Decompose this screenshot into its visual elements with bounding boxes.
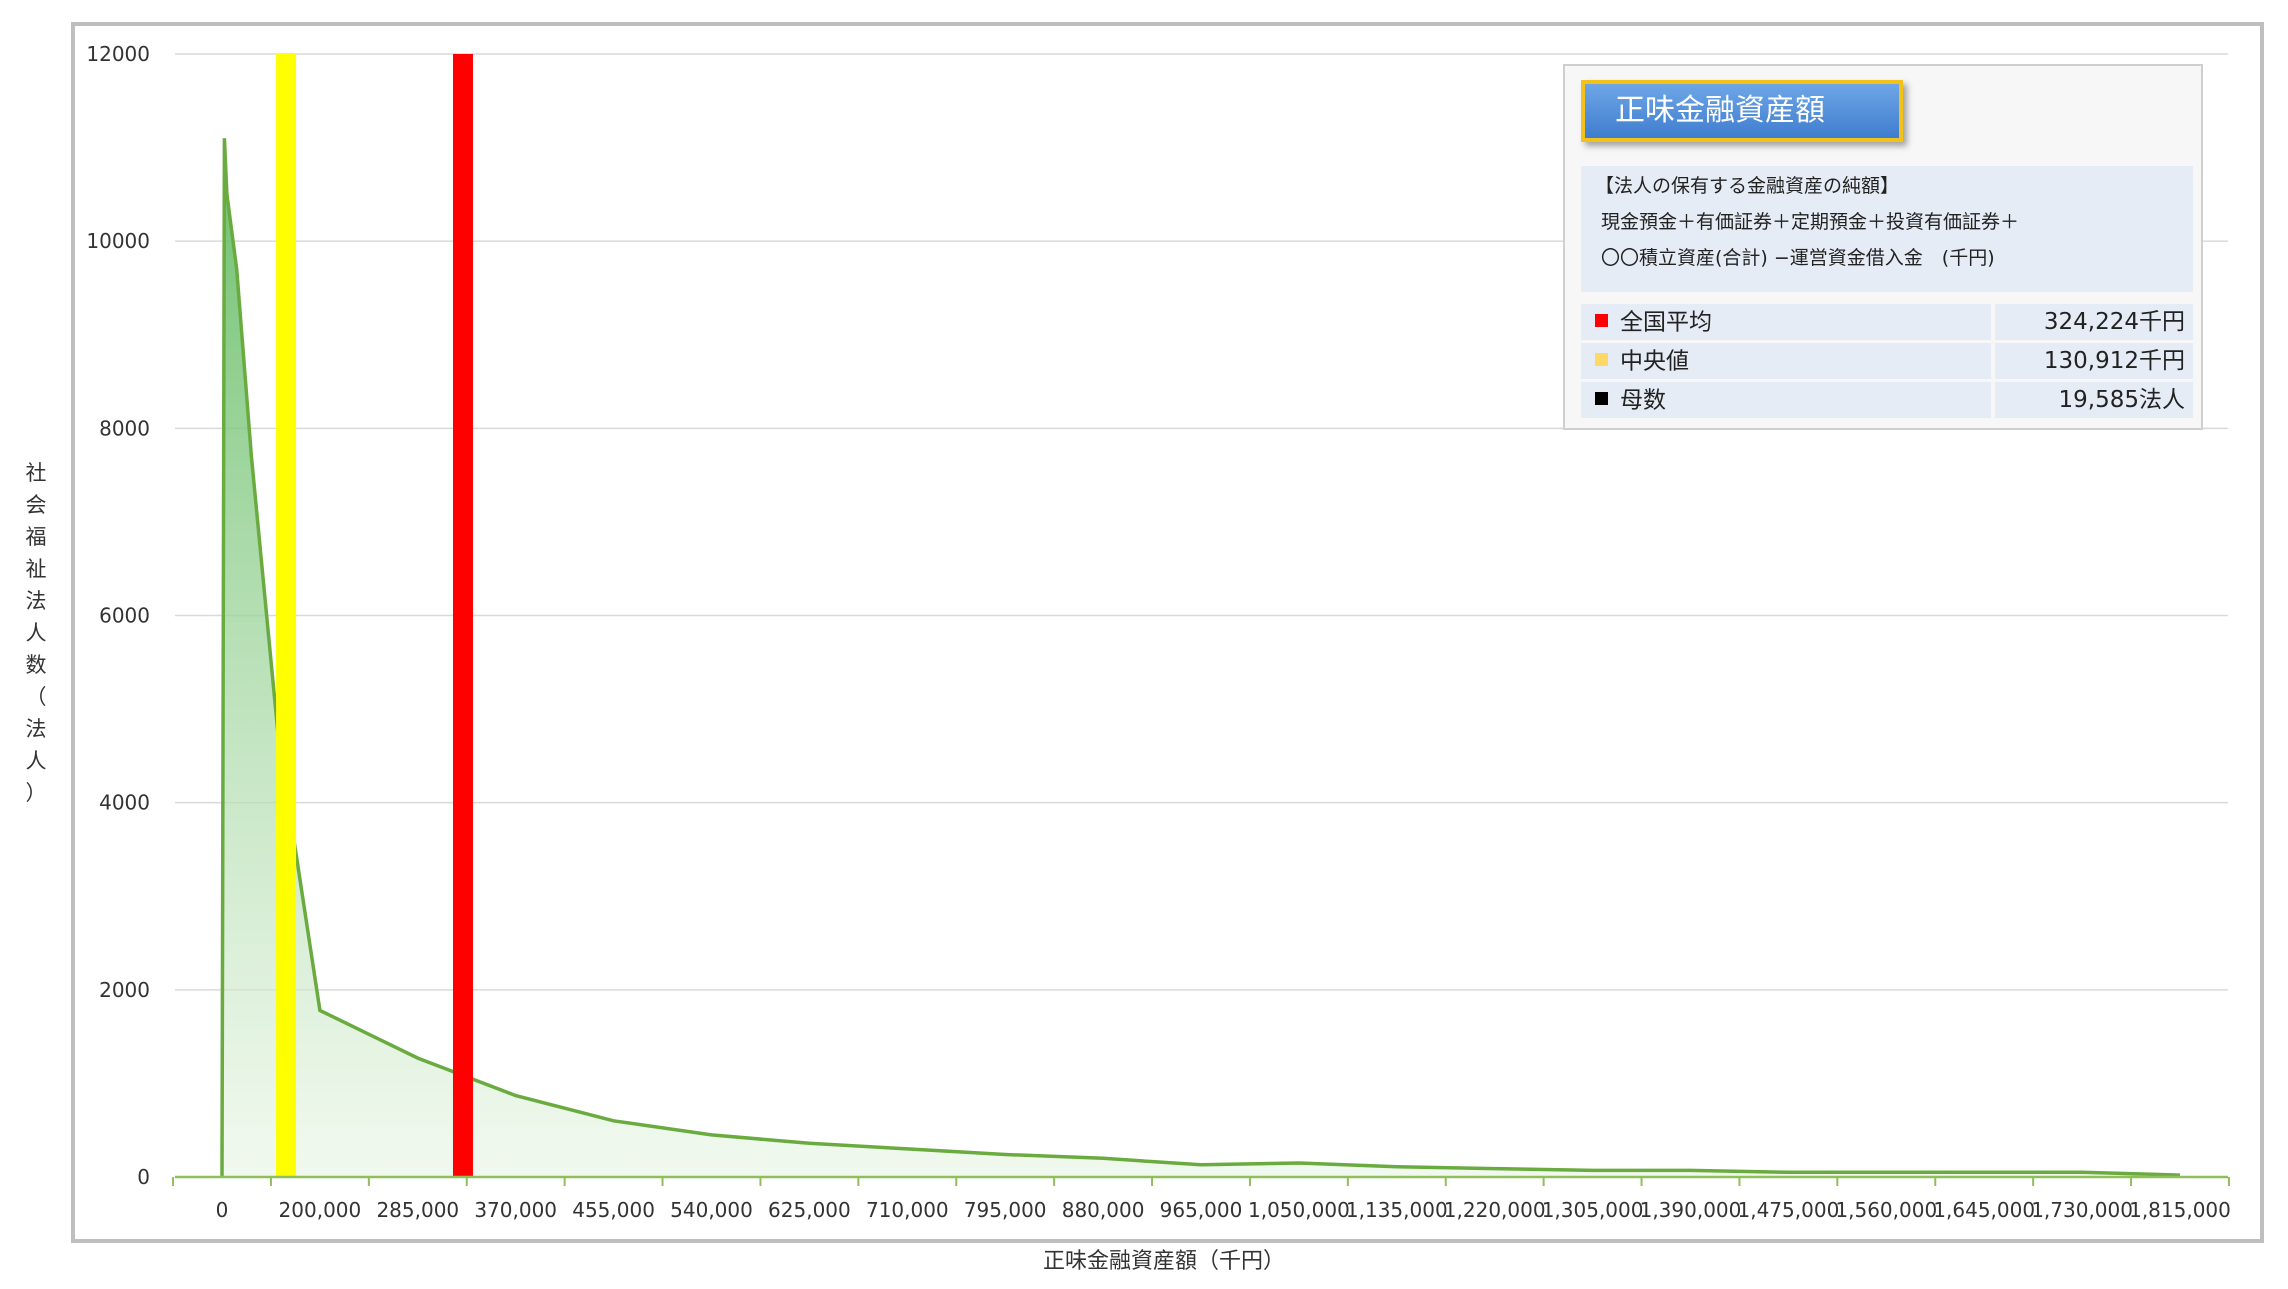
- legend-title: 正味金融資産額: [1581, 80, 1903, 142]
- y-axis-title-char: 社: [26, 461, 47, 485]
- median-label: 中央値: [1620, 348, 1689, 375]
- y-axis-title-char: 福: [26, 525, 47, 549]
- y-tick-label: 8000: [99, 416, 150, 440]
- legend-desc-line1: 【法人の保有する金融資産の純額】: [1595, 175, 1900, 197]
- x-tick-labels: 0 200,000 285,000 370,000 455,000 540,000 625,…: [216, 1198, 2231, 1222]
- x-tick-label: 710,000: [866, 1198, 949, 1222]
- y-axis-title-char: 法: [26, 717, 47, 741]
- y-axis-title-char: 人: [26, 749, 47, 773]
- x-tick-label: 1,305,000: [1542, 1198, 1644, 1222]
- y-axis-title-char: 会: [26, 493, 47, 517]
- x-tick-label: 880,000: [1062, 1198, 1145, 1222]
- x-tick-label: 1,390,000: [1640, 1198, 1742, 1222]
- median-swatch: [1595, 353, 1608, 366]
- legend-row-count: 母数 19,585法人: [1581, 382, 2193, 418]
- mean-swatch: [1595, 314, 1608, 327]
- x-tick-label: 370,000: [474, 1198, 557, 1222]
- mean-value: 324,224千円: [1995, 304, 2193, 340]
- x-tick-label: 965,000: [1160, 1198, 1243, 1222]
- median-value: 130,912千円: [1995, 343, 2193, 379]
- x-axis-title: 正味金融資産額（千円）: [1043, 1249, 1285, 1274]
- x-tick-label: 1,220,000: [1444, 1198, 1546, 1222]
- x-tick-label: 1,135,000: [1346, 1198, 1448, 1222]
- y-tick-label: 10000: [86, 229, 150, 253]
- legend-description: 【法人の保有する金融資産の純額】 現金預金＋有価証券＋定期預金＋投資有価証券＋ …: [1581, 166, 2193, 292]
- x-tick-label: 0: [216, 1198, 229, 1222]
- legend-desc-line3: 〇〇積立資産(合計) −運営資金借入金 (千円): [1601, 247, 1995, 269]
- y-tick-label: 2000: [99, 978, 150, 1002]
- y-axis-title: 社会福祉法人数（法人）: [26, 461, 47, 805]
- y-axis-title-char: 数: [26, 653, 47, 677]
- y-axis-title-char: （: [26, 685, 47, 709]
- x-tick-label: 1,730,000: [2031, 1198, 2133, 1222]
- x-tick-label: 200,000: [279, 1198, 362, 1222]
- x-tick-label: 1,475,000: [1738, 1198, 1840, 1222]
- legend-row-mean: 全国平均 324,224千円: [1581, 304, 2193, 340]
- y-tick-label: 0: [137, 1165, 150, 1189]
- mean-reference-bar: [452, 54, 473, 1177]
- legend-desc-line2: 現金預金＋有価証券＋定期預金＋投資有価証券＋: [1601, 211, 2020, 233]
- x-tick-label: 795,000: [964, 1198, 1047, 1222]
- x-tick-label: 455,000: [572, 1198, 655, 1222]
- chart-stage: 0 2000 4000 6000 8000 10000 12000 0 200,000 285,…: [0, 0, 2288, 1285]
- y-axis-title-char: 祉: [26, 557, 47, 581]
- x-tick-label: 1,645,000: [1933, 1198, 2035, 1222]
- y-axis-title-char: 人: [26, 621, 47, 645]
- y-tick-label: 12000: [86, 42, 150, 66]
- x-tick-label: 540,000: [670, 1198, 753, 1222]
- y-axis-title-char: ）: [26, 781, 47, 805]
- x-tick-label: 285,000: [376, 1198, 459, 1222]
- y-tick-label: 4000: [99, 791, 150, 815]
- median-reference-bar: [276, 54, 297, 1177]
- x-tick-label: 1,815,000: [2129, 1198, 2231, 1222]
- count-label: 母数: [1620, 387, 1666, 414]
- x-tick-label: 1,560,000: [1835, 1198, 1937, 1222]
- legend-panel: 正味金融資産額 【法人の保有する金融資産の純額】 現金預金＋有価証券＋定期預金＋…: [1563, 64, 2203, 430]
- count-swatch: [1595, 392, 1608, 405]
- x-tick-label: 625,000: [768, 1198, 851, 1222]
- mean-label: 全国平均: [1620, 309, 1712, 336]
- y-axis-title-char: 法: [26, 589, 47, 613]
- count-value: 19,585法人: [1995, 382, 2193, 418]
- legend-row-median: 中央値 130,912千円: [1581, 343, 2193, 379]
- x-tick-label: 1,050,000: [1248, 1198, 1350, 1222]
- y-tick-label: 6000: [99, 604, 150, 628]
